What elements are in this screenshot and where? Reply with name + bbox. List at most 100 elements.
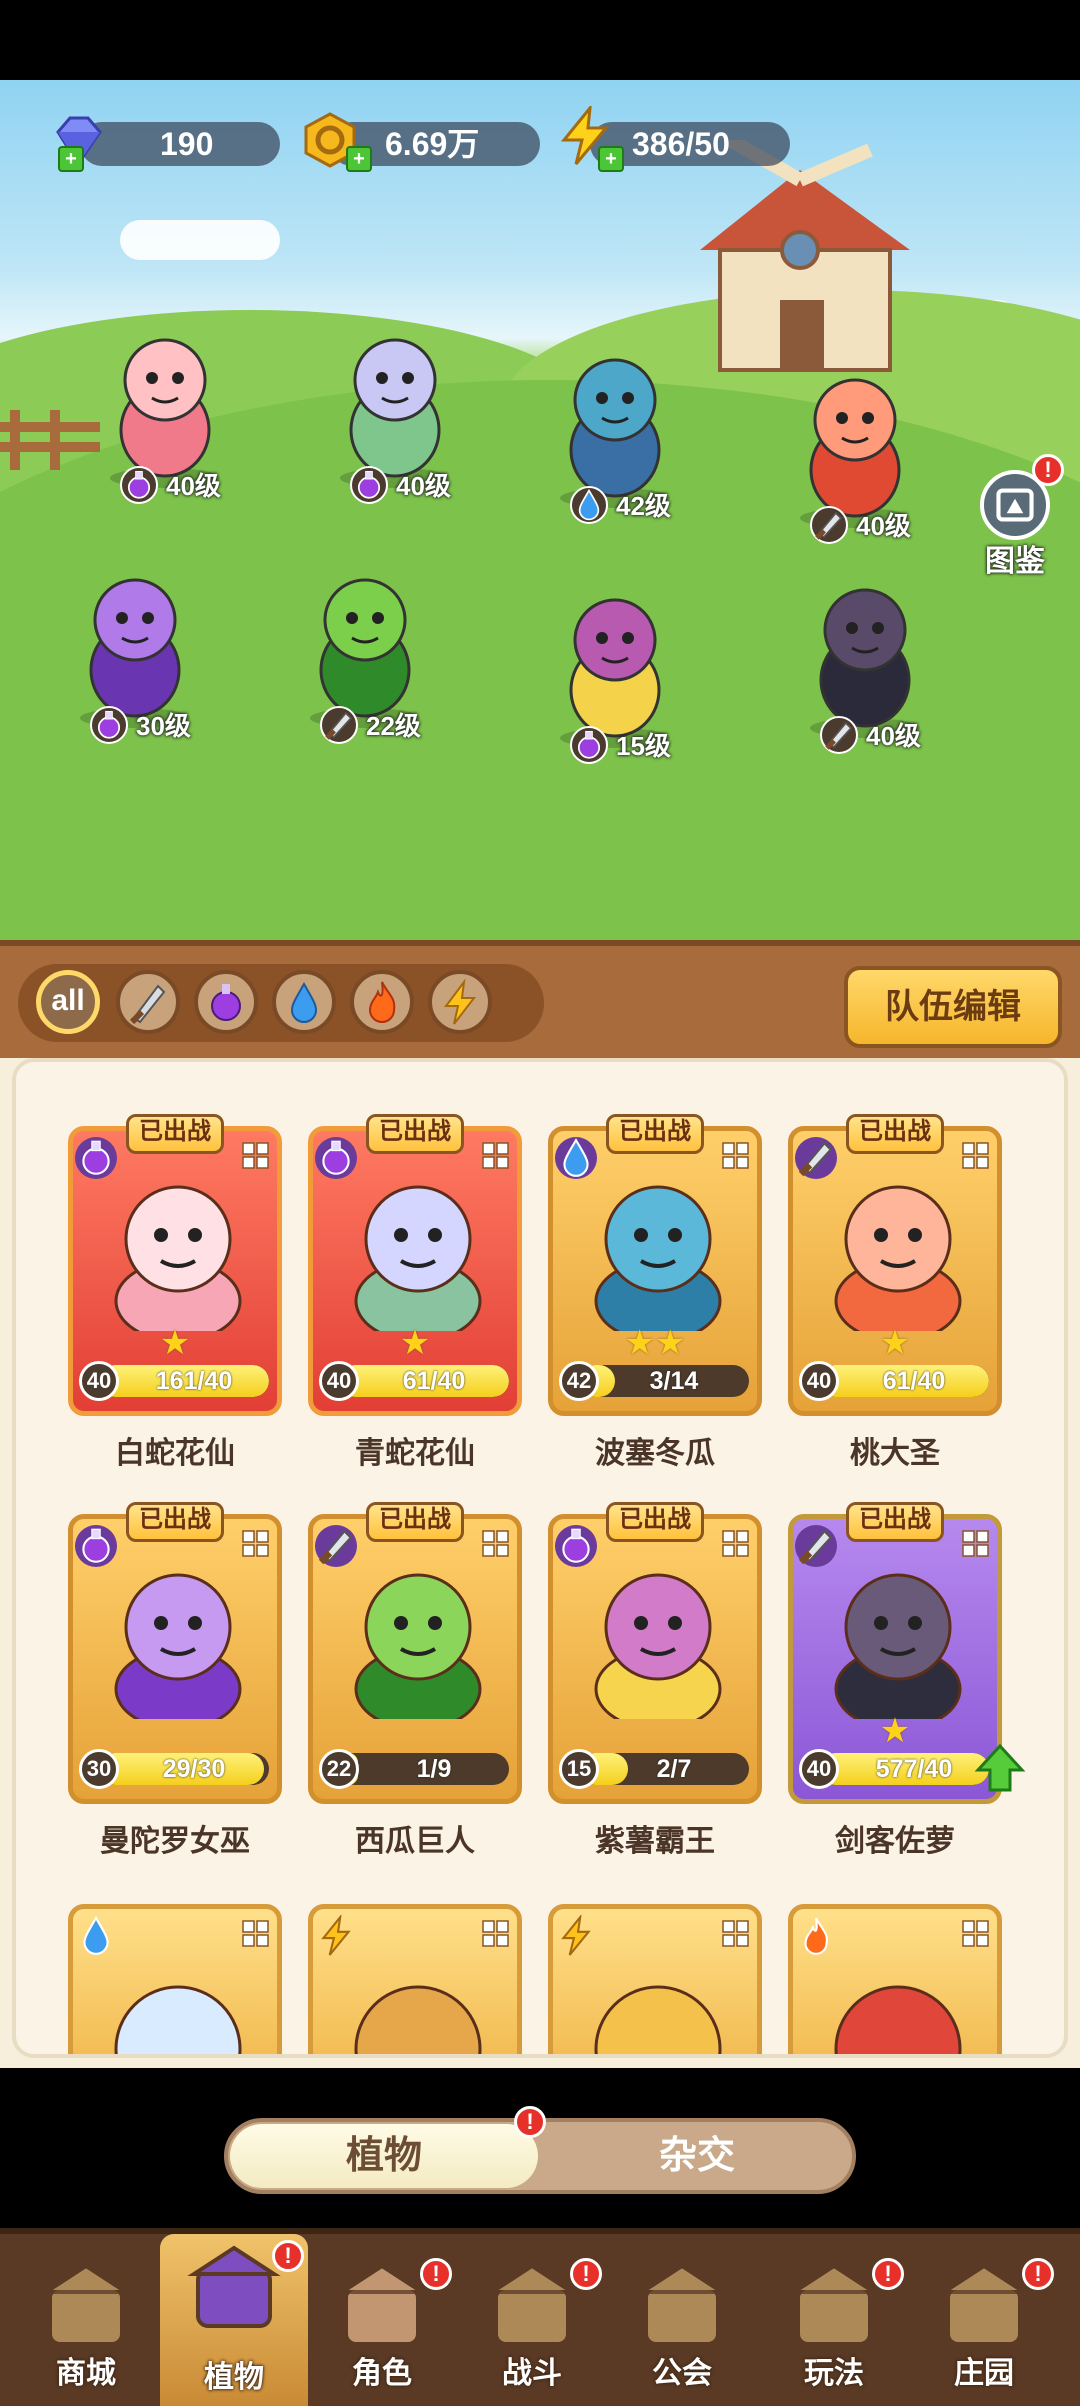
formation-icon <box>242 1142 269 1169</box>
plant-card[interactable]: ★ 61/40 40 <box>788 1126 1002 1416</box>
coins-value: 6.69万 <box>385 126 480 162</box>
star-rating: ★ <box>879 1324 911 1362</box>
hero-level-badge: 42级 <box>570 486 671 526</box>
lightning-icon <box>555 1913 597 1957</box>
team-edit-button[interactable]: 队伍编辑 <box>844 966 1062 1048</box>
plant-card[interactable] <box>68 1904 282 2054</box>
plant-card[interactable]: ★ 161/40 40 <box>68 1126 282 1416</box>
add-coins-icon[interactable]: + <box>346 146 372 172</box>
plant-card[interactable]: ★ 577/40 40 <box>788 1514 1002 1804</box>
shard-progress-bar: 1/9 <box>339 1753 509 1785</box>
tab-hybrid[interactable]: 杂交 <box>542 2124 852 2188</box>
potion-icon <box>75 1525 117 1567</box>
scene-hero[interactable] <box>320 320 470 490</box>
hero-level: 40级 <box>866 721 921 751</box>
scene-hero[interactable] <box>780 360 930 530</box>
filter-lightning[interactable] <box>428 970 492 1034</box>
deployed-badge: 已出战 <box>126 1502 224 1542</box>
plant-card[interactable]: ★ 61/40 40 <box>308 1126 522 1416</box>
potion-icon <box>570 726 608 764</box>
filter-water[interactable] <box>272 970 336 1034</box>
plant-card[interactable]: 29/30 30 <box>68 1514 282 1804</box>
plant-name: 紫薯霸王 <box>595 1825 715 1858</box>
tab-plants[interactable]: 植物 <box>230 2124 538 2188</box>
nav-guild[interactable]: 公会 <box>608 2252 756 2402</box>
hero-figure <box>800 378 910 528</box>
shard-progress-bar: 61/40 <box>339 1365 509 1397</box>
plant-card[interactable]: ★★ 3/14 42 <box>548 1126 762 1416</box>
plant-level: 42 <box>559 1361 599 1401</box>
scene-hero[interactable] <box>540 340 690 510</box>
nav-label: 庄园 <box>954 2357 1014 2390</box>
plant-level: 15 <box>559 1749 599 1789</box>
hero-figure <box>80 578 190 728</box>
plant-collection-panel: ★ 161/40 40 已出战 白蛇花仙 ★ 61/40 40 已出战 青蛇花仙 ★★ 3/14 42 已… <box>12 1058 1068 2058</box>
shard-progress-text: 2/7 <box>656 1755 692 1783</box>
guild-icon <box>635 2263 729 2346</box>
nav-label: 战斗 <box>502 2357 562 2390</box>
nav-battle[interactable]: 战斗! <box>458 2252 606 2402</box>
gems-value: 190 <box>160 126 214 162</box>
filter-all[interactable]: all <box>36 970 100 1034</box>
filter-sword[interactable] <box>116 970 180 1034</box>
hero-figure <box>340 338 450 488</box>
shard-progress-text: 61/40 <box>882 1367 946 1395</box>
shard-progress-text: 3/14 <box>649 1367 699 1395</box>
fire-icon <box>795 1915 837 1957</box>
deployed-badge: 已出战 <box>846 1502 944 1542</box>
scene-hero[interactable] <box>540 580 690 750</box>
nav-gameplay[interactable]: 玩法! <box>760 2252 908 2402</box>
hero-figure <box>810 588 920 738</box>
shard-progress-text: 1/9 <box>416 1755 452 1783</box>
plant-card[interactable]: 1/9 22 <box>308 1514 522 1804</box>
nav-label: 角色 <box>352 2357 412 2390</box>
shard-progress-text: 161/40 <box>155 1367 233 1395</box>
deployed-badge: 已出战 <box>606 1114 704 1154</box>
nav-plants[interactable]: 植物! <box>160 2234 308 2406</box>
scene-hero[interactable] <box>290 560 440 730</box>
sword-icon <box>810 506 848 544</box>
hero-level-badge: 22级 <box>320 706 421 746</box>
filter-fire[interactable] <box>350 970 414 1034</box>
hero-level: 42级 <box>616 491 671 521</box>
formation-icon <box>962 1530 989 1557</box>
nav-manor[interactable]: 庄园! <box>910 2252 1058 2402</box>
plant-name: 波塞冬瓜 <box>595 1437 715 1470</box>
star-rating: ★★ <box>624 1324 686 1362</box>
potion-icon <box>120 466 158 504</box>
manor-icon <box>937 2263 1031 2346</box>
plant-portrait <box>594 1185 722 1331</box>
hero-showcase-scene: 190 + 6.69万 + 386/50 + ! 图鉴 40级 40级 42级 40级… <box>0 80 1080 940</box>
plant-portrait <box>594 1985 722 2054</box>
filter-potion[interactable] <box>194 970 258 1034</box>
nav-character[interactable]: 角色! <box>308 2252 456 2402</box>
scene-hero[interactable] <box>60 560 210 730</box>
hero-figure <box>560 598 670 748</box>
plant-name: 白蛇花仙 <box>115 1437 235 1470</box>
add-energy-icon[interactable]: + <box>598 146 624 172</box>
lightning-icon <box>444 978 477 1025</box>
plant-name: 剑客佐萝 <box>835 1825 955 1858</box>
add-gems-icon[interactable]: + <box>58 146 84 172</box>
sword-icon <box>320 706 358 744</box>
plant-card[interactable] <box>548 1904 762 2054</box>
star-rating: ★ <box>879 1712 911 1750</box>
deployed-badge: 已出战 <box>846 1114 944 1154</box>
plant-level: 40 <box>799 1749 839 1789</box>
plant-level: 40 <box>319 1361 359 1401</box>
deployed-badge: 已出战 <box>606 1502 704 1542</box>
gallery-button[interactable]: ! 图鉴 <box>970 454 1064 580</box>
nav-shop[interactable]: 商城 <box>12 2252 160 2402</box>
plant-portrait <box>354 1985 482 2054</box>
scene-hero[interactable] <box>90 320 240 490</box>
formation-icon <box>482 1530 509 1557</box>
collection-type-toggle: 植物 杂交 ! <box>224 2106 856 2194</box>
status-bar <box>0 0 1080 80</box>
plant-card[interactable] <box>308 1904 522 2054</box>
upgrade-arrow-icon[interactable] <box>974 1742 1026 1794</box>
plant-card[interactable] <box>788 1904 1002 2054</box>
plant-card[interactable]: 2/7 15 <box>548 1514 762 1804</box>
scene-hero[interactable] <box>790 570 940 740</box>
gems-counter[interactable]: 190 <box>80 122 280 166</box>
sword-icon <box>795 1137 837 1179</box>
